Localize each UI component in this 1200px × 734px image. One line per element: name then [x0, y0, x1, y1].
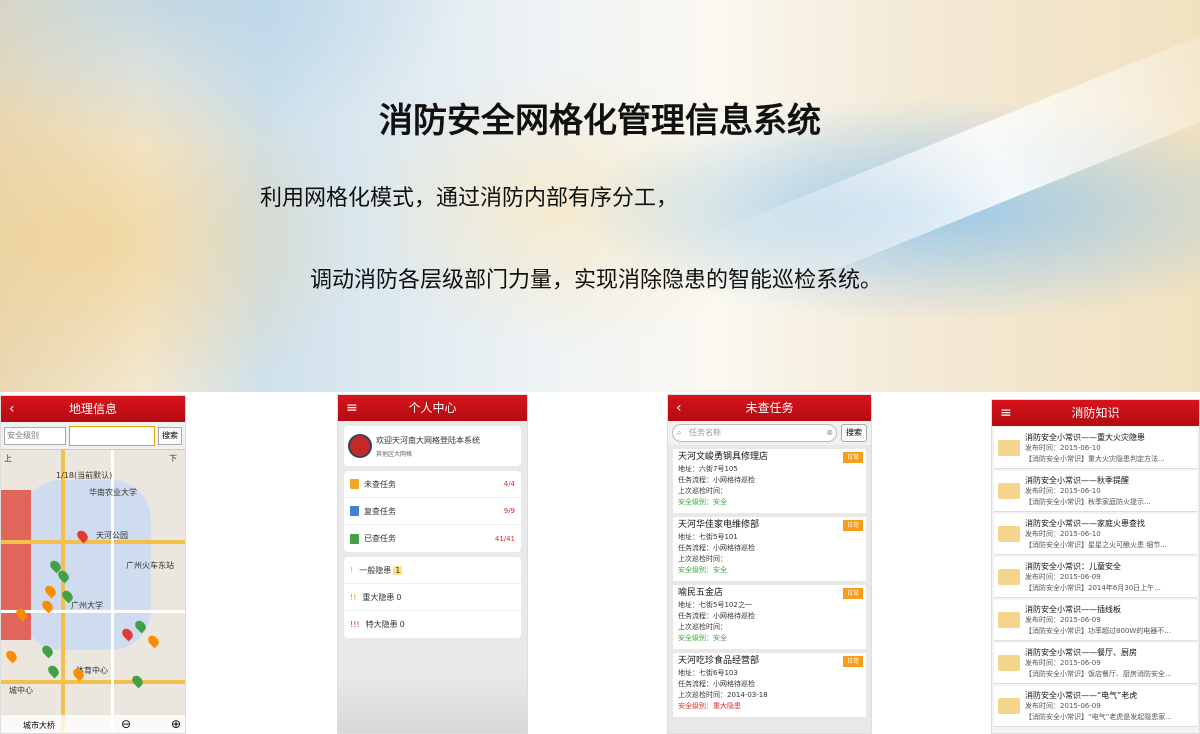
hazard-row-severe[interactable]: !!! 特大隐患 0	[344, 611, 521, 638]
tasks-header: ‹ 未查任务	[668, 395, 871, 421]
exclamation-icon: !	[350, 565, 354, 575]
back-icon[interactable]: ‹	[9, 396, 15, 422]
book-icon	[998, 655, 1020, 671]
clear-icon[interactable]: ⊗	[826, 425, 833, 441]
book-icon	[998, 440, 1020, 456]
task-search-input[interactable]: ⌕ 任务名称 ⊗	[672, 424, 837, 442]
task-card[interactable]: 喻民五金店 地址：七街5号102之一 任务流程：小网格待巡检 上次巡检时间： 安全级别：…	[673, 585, 866, 649]
map-footer: 城市大桥 ⊖ ⊕	[1, 715, 185, 733]
book-icon	[998, 612, 1020, 628]
zoom-out-icon[interactable]: ⊖	[121, 717, 131, 731]
phone-map-screen: ‹ 地理信息 安全级别 搜索 上 下 1/18(当前默认) 华南农业大学 天河公园…	[0, 395, 186, 734]
search-icon: ⌕	[677, 428, 682, 437]
menu-icon[interactable]: ≡	[1000, 400, 1012, 426]
hazard-row-general[interactable]: ! 一般隐患 1	[344, 557, 521, 584]
exclamation-icon: !!!	[350, 620, 360, 629]
knowledge-item[interactable]: 消防安全小常识——秋季提醒 发布时间：2015-06-10 【消防安全小常识】秋季家…	[994, 471, 1197, 512]
level-select[interactable]: 安全级别	[4, 426, 66, 445]
knowledge-item[interactable]: 消防安全小常识：儿童安全 发布时间：2015-06-09 【消防安全小常识】2014…	[994, 557, 1197, 598]
clipboard-icon	[350, 506, 359, 516]
task-search-button[interactable]: 搜索	[841, 424, 867, 442]
daily-tag: 日常	[842, 588, 863, 599]
hero-banner: 消防安全网格化管理信息系统 利用网格化模式，通过消防内部有序分工， 调动消防各层…	[0, 0, 1200, 392]
task-row-checked[interactable]: 已查任务 41/41	[344, 525, 521, 552]
phone-profile-screen: ≡ 个人中心 欢迎天河南大网格登陆本系统 其他区大网格 未查任务 4/4 复查任务 9/…	[337, 394, 528, 734]
knowledge-header: ≡ 消防知识	[992, 400, 1199, 426]
clipboard-icon	[350, 533, 359, 544]
clipboard-icon	[350, 479, 359, 489]
hazard-list: ! 一般隐患 1 !! 重大隐患 0 !!! 特大隐患 0	[344, 557, 521, 638]
map-toolbar: 安全级别 搜索	[1, 422, 185, 450]
task-list: 未查任务 4/4 复查任务 9/9 已查任务 41/41	[344, 471, 521, 552]
map-pin[interactable]	[130, 673, 145, 689]
page-title: 消防安全网格化管理信息系统	[379, 101, 821, 141]
phone-knowledge-screen: ≡ 消防知识 消防安全小常识——重大火灾隐患 发布时间：2015-06-10 【消防安…	[991, 399, 1200, 734]
map-header: ‹ 地理信息	[1, 396, 185, 422]
book-icon	[998, 698, 1020, 714]
map-title: 地理信息	[68, 402, 117, 416]
tasks-title: 未查任务	[745, 401, 794, 415]
fire-badge-icon	[348, 434, 372, 458]
profile-title: 个人中心	[408, 401, 457, 415]
subtitle-line-1: 利用网格化模式，通过消防内部有序分工，	[260, 186, 679, 211]
phone-tasks-screen: ‹ 未查任务 ⌕ 任务名称 ⊗ 搜索 天河文峻勇钢具修理店 地址：六街7号105 任务流程…	[667, 394, 872, 734]
exclamation-icon: !!	[350, 592, 357, 602]
task-row-recheck[interactable]: 复查任务 9/9	[344, 498, 521, 525]
subtitle-line-2: 调动消防各层级部门力量，实现消除隐患的智能巡检系统。	[310, 268, 883, 293]
knowledge-item[interactable]: 消防安全小常识——“电气”老虎 发布时间：2015-06-09 【消防安全小常识】“…	[994, 686, 1197, 727]
map-pin[interactable]	[146, 633, 161, 649]
daily-tag: 日常	[842, 656, 863, 667]
knowledge-item[interactable]: 消防安全小常识——插线板 发布时间：2015-06-09 【消防安全小常识】功率超过…	[994, 600, 1197, 641]
skyline-image	[338, 673, 527, 733]
task-card[interactable]: 天河文峻勇钢具修理店 地址：六街7号105 任务流程：小网格待巡检 上次巡检时间： 安全…	[673, 449, 866, 513]
daily-tag: 日常	[842, 520, 863, 531]
knowledge-item[interactable]: 消防安全小常识——家庭火患查找 发布时间：2015-06-10 【消防安全小常识】星…	[994, 514, 1197, 555]
task-card[interactable]: 天河华佳家电维修部 地址：七街5号101 任务流程：小网格待巡检 上次巡检时间： 安全级…	[673, 517, 866, 581]
map-pin[interactable]	[4, 648, 19, 664]
welcome-card: 欢迎天河南大网格登陆本系统 其他区大网格	[344, 426, 521, 466]
daily-tag: 日常	[842, 452, 863, 463]
knowledge-title: 消防知识	[1071, 406, 1120, 420]
hazard-row-major[interactable]: !! 重大隐患 0	[344, 584, 521, 611]
map-pin[interactable]	[46, 663, 61, 679]
book-icon	[998, 483, 1020, 499]
back-icon[interactable]: ‹	[676, 395, 682, 421]
task-row-unchecked[interactable]: 未查任务 4/4	[344, 471, 521, 498]
map-search-button[interactable]: 搜索	[158, 426, 182, 445]
menu-icon[interactable]: ≡	[346, 395, 358, 421]
task-search-bar: ⌕ 任务名称 ⊗ 搜索	[668, 421, 871, 445]
map-canvas[interactable]: 上 下 1/18(当前默认) 华南农业大学 天河公园 广州火车东站 广州大学 城…	[1, 450, 185, 733]
zoom-in-icon[interactable]: ⊕	[171, 717, 181, 731]
map-search-input[interactable]	[69, 425, 155, 446]
book-icon	[998, 569, 1020, 585]
profile-header: ≡ 个人中心	[338, 395, 527, 421]
book-icon	[998, 526, 1020, 542]
knowledge-item[interactable]: 消防安全小常识——重大火灾隐患 发布时间：2015-06-10 【消防安全小常识】重…	[994, 428, 1197, 469]
knowledge-item[interactable]: 消防安全小常识——餐厅、厨房 发布时间：2015-06-09 【消防安全小常识】饭店…	[994, 643, 1197, 684]
task-card[interactable]: 天河吃珍食品经营部 地址：七街6号103 任务流程：小网格待巡检 上次巡检时间：201…	[673, 653, 866, 717]
